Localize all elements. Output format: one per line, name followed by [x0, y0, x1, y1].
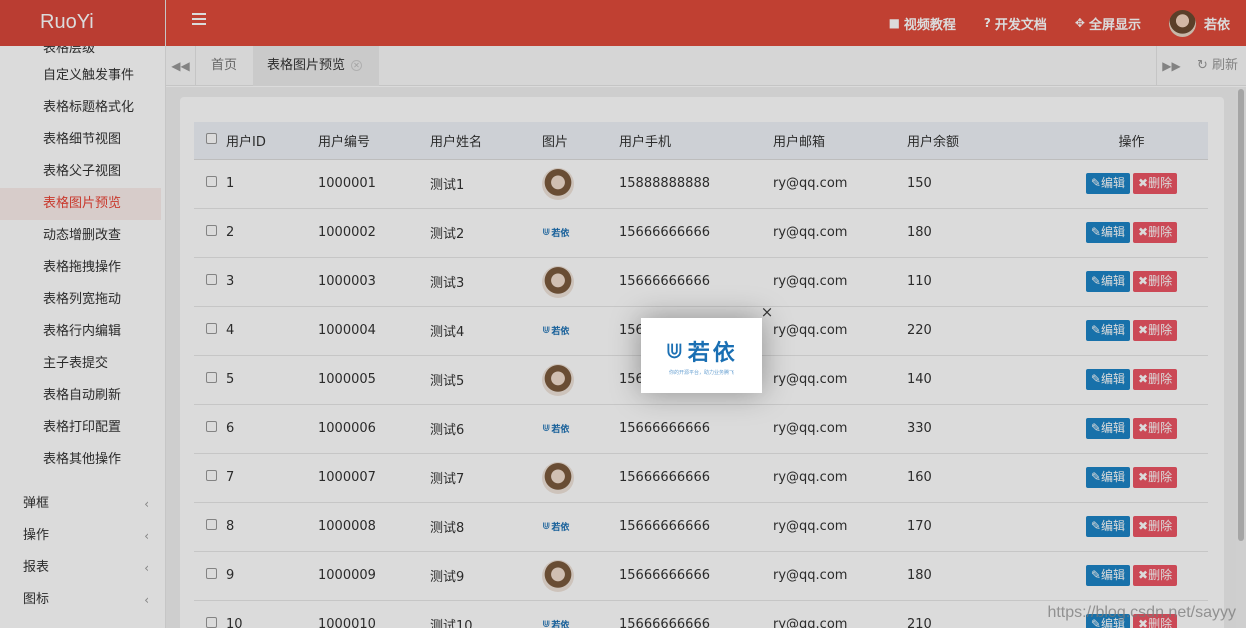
- leaf-logo-icon: ⋓: [665, 338, 684, 364]
- watermark: https://blog.csdn.net/sayyy: [1047, 604, 1236, 621]
- image-lightbox: ⋓ 若依 你的开源平台，助力业务腾飞: [641, 318, 762, 393]
- ruoyi-logo-image: ⋓ 若依: [665, 335, 737, 367]
- lightbox-overlay[interactable]: [0, 0, 1246, 628]
- lightbox-logo-title: 若依: [687, 340, 738, 366]
- lightbox-close-icon[interactable]: ×: [760, 305, 774, 320]
- lightbox-logo-subtitle: 你的开源平台，助力业务腾飞: [668, 370, 734, 376]
